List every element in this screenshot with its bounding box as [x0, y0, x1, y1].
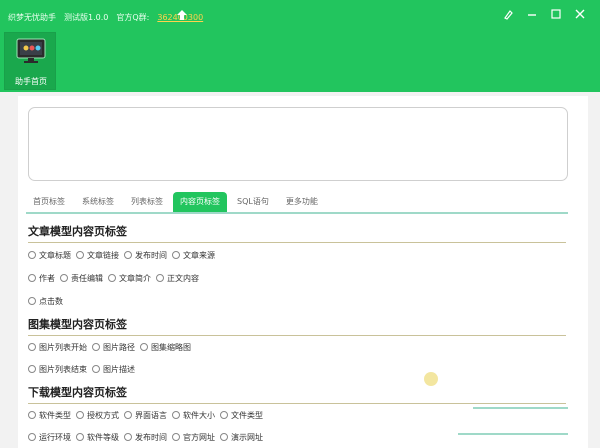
- option-software-size[interactable]: 软件大小: [172, 410, 215, 421]
- home-tile-label: 助手首页: [15, 77, 47, 86]
- radio-button[interactable]: [76, 411, 84, 419]
- option-image-list-end[interactable]: 图片列表结束: [28, 364, 87, 375]
- option-row: 文章标题 文章链接 发布时间 文章来源: [28, 248, 220, 262]
- radio-button[interactable]: [76, 433, 84, 441]
- output-textarea[interactable]: [28, 107, 568, 181]
- maximize-icon[interactable]: [544, 6, 568, 22]
- option-image-list-start[interactable]: 图片列表开始: [28, 342, 87, 353]
- tab-system-tags[interactable]: 系统标签: [75, 192, 121, 212]
- radio-button[interactable]: [124, 251, 132, 259]
- option-gallery-thumbnail[interactable]: 图集缩略图: [140, 342, 191, 353]
- option-license[interactable]: 授权方式: [76, 410, 119, 421]
- option-row: 软件类型 授权方式 界面语言 软件大小 文件类型: [28, 408, 268, 422]
- tab-content-page-tags[interactable]: 内容页标签: [173, 192, 227, 212]
- home-tile[interactable]: 助手首页: [4, 32, 56, 90]
- option-file-type[interactable]: 文件类型: [220, 410, 263, 421]
- close-icon[interactable]: [568, 6, 592, 22]
- tab-bar: 首页标签 系统标签 列表标签 内容页标签 SQL语句 更多功能: [26, 192, 328, 212]
- radio-button[interactable]: [92, 343, 100, 351]
- option-author[interactable]: 作者: [28, 273, 55, 284]
- upload-arrow-icon[interactable]: [175, 8, 189, 22]
- option-article-source[interactable]: 文章来源: [172, 250, 215, 261]
- option-article-summary[interactable]: 文章简介: [108, 273, 151, 284]
- radio-button[interactable]: [60, 274, 68, 282]
- radio-button[interactable]: [28, 251, 36, 259]
- radio-button[interactable]: [220, 433, 228, 441]
- option-image-description[interactable]: 图片描述: [92, 364, 135, 375]
- option-editor[interactable]: 责任编辑: [60, 273, 103, 284]
- radio-button[interactable]: [28, 274, 36, 282]
- section-divider: [28, 335, 566, 336]
- tab-home-tags[interactable]: 首页标签: [26, 192, 72, 212]
- radio-button[interactable]: [28, 297, 36, 305]
- radio-button[interactable]: [172, 433, 180, 441]
- radio-button[interactable]: [28, 411, 36, 419]
- radio-button[interactable]: [108, 274, 116, 282]
- decorative-bar: [473, 407, 568, 409]
- radio-button[interactable]: [124, 411, 132, 419]
- decorative-blob: [424, 372, 438, 386]
- app-version: 测试版1.0.0: [64, 12, 109, 22]
- section-title-gallery: 图集模型内容页标签: [28, 318, 127, 331]
- monitor-icon: [16, 38, 46, 64]
- option-ui-language[interactable]: 界面语言: [124, 410, 167, 421]
- tab-more[interactable]: 更多功能: [279, 192, 325, 212]
- radio-button[interactable]: [28, 365, 36, 373]
- option-click-count[interactable]: 点击数: [28, 296, 63, 307]
- option-release-time[interactable]: 发布时间: [124, 432, 167, 443]
- option-row: 运行环境 软件等级 发布时间 官方网址 演示网址: [28, 430, 268, 444]
- option-row: 作者 责任编辑 文章简介 正文内容: [28, 271, 204, 285]
- radio-button[interactable]: [92, 365, 100, 373]
- radio-button[interactable]: [220, 411, 228, 419]
- radio-button[interactable]: [76, 251, 84, 259]
- window-controls: [496, 6, 592, 22]
- radio-button[interactable]: [140, 343, 148, 351]
- option-row: 图片列表结束 图片描述: [28, 362, 140, 376]
- main-panel: 首页标签 系统标签 列表标签 内容页标签 SQL语句 更多功能 文章模型内容页标…: [18, 96, 588, 448]
- option-demo-site[interactable]: 演示网址: [220, 432, 263, 443]
- option-software-rating[interactable]: 软件等级: [76, 432, 119, 443]
- tab-list-tags[interactable]: 列表标签: [124, 192, 170, 212]
- radio-button[interactable]: [28, 433, 36, 441]
- option-body-content[interactable]: 正文内容: [156, 273, 199, 284]
- tab-underline: [26, 212, 568, 214]
- radio-button[interactable]: [172, 411, 180, 419]
- qq-group-label: 官方Q群:: [116, 12, 150, 22]
- tab-sql[interactable]: SQL语句: [230, 192, 276, 212]
- option-publish-time[interactable]: 发布时间: [124, 250, 167, 261]
- option-row: 图片列表开始 图片路径 图集缩略图: [28, 340, 196, 354]
- decorative-bar: [458, 433, 568, 435]
- radio-button[interactable]: [28, 343, 36, 351]
- option-image-path[interactable]: 图片路径: [92, 342, 135, 353]
- option-row: 点击数: [28, 294, 68, 308]
- radio-button[interactable]: [156, 274, 164, 282]
- minimize-icon[interactable]: [520, 6, 544, 22]
- title-bar: 织梦无忧助手 测试版1.0.0 官方Q群: 362400300: [0, 0, 600, 92]
- section-divider: [28, 242, 566, 243]
- option-article-link[interactable]: 文章链接: [76, 250, 119, 261]
- section-title-article: 文章模型内容页标签: [28, 225, 127, 238]
- skin-icon[interactable]: [496, 6, 520, 22]
- option-software-type[interactable]: 软件类型: [28, 410, 71, 421]
- radio-button[interactable]: [124, 433, 132, 441]
- option-article-title[interactable]: 文章标题: [28, 250, 71, 261]
- radio-button[interactable]: [172, 251, 180, 259]
- section-divider: [28, 403, 566, 404]
- option-official-site[interactable]: 官方网址: [172, 432, 215, 443]
- option-runtime-env[interactable]: 运行环境: [28, 432, 71, 443]
- section-title-download: 下载模型内容页标签: [28, 386, 127, 399]
- app-name: 织梦无忧助手: [8, 12, 56, 22]
